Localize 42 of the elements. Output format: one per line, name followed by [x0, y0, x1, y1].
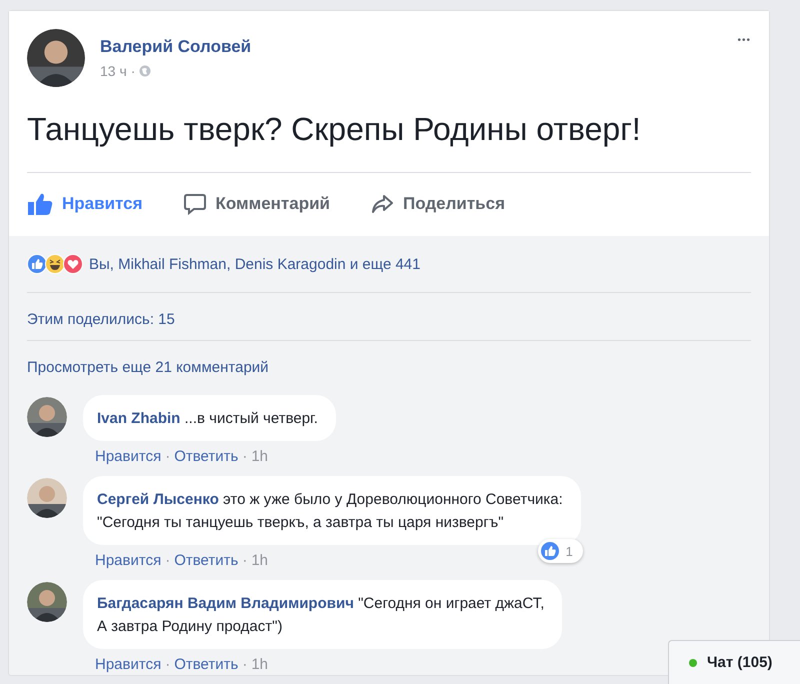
comment-time[interactable]: 1h	[251, 656, 268, 673]
comment-time[interactable]: 1h	[251, 448, 268, 465]
share-arrow-icon	[370, 192, 394, 216]
like-button[interactable]: Нравится	[27, 188, 142, 220]
comment-time[interactable]: 1h	[251, 552, 268, 569]
more-button[interactable]: •••	[737, 35, 751, 46]
comment-author[interactable]: Багдасарян Вадим Владимирович	[97, 595, 354, 612]
thumbs-up-icon	[27, 192, 53, 216]
chat-button[interactable]: Чат (105)	[668, 640, 800, 684]
share-button[interactable]: Поделиться	[370, 188, 506, 220]
globe-icon	[139, 65, 152, 77]
author-name[interactable]: Валерий Соловей	[100, 37, 722, 57]
comment-author[interactable]: Сергей Лысенко	[97, 491, 219, 508]
separator: ·	[242, 552, 248, 569]
comment-text: Ivan Zhabin ...в чистый четверг.	[97, 409, 318, 429]
separator: ·	[130, 63, 136, 79]
speech-bubble-icon	[182, 192, 206, 216]
reaction-count-badge[interactable]: 1	[538, 539, 583, 563]
separator: ·	[165, 656, 170, 673]
laughing-reaction-icon	[45, 254, 65, 274]
reactions-summary[interactable]: Вы, Mikhail Fishman, Denis Karagodin и еще 441	[89, 256, 420, 272]
reply-link[interactable]: Ответить	[174, 552, 238, 569]
separator: ·	[165, 448, 170, 465]
like-link[interactable]: Нравится	[95, 448, 162, 465]
comment-text: Сергей Лысенко это ж уже было у Дореволюционного Советчика: "Сегодня ты танцуешь тверкъ, а завтра ты царя низвергъ"	[97, 490, 563, 533]
like-link[interactable]: Нравится	[95, 552, 162, 569]
separator: ·	[242, 448, 248, 465]
comment-author[interactable]: Ivan Zhabin	[97, 410, 180, 427]
like-reaction-icon	[27, 254, 47, 274]
comment-text: Багдасарян Вадим Владимирович "Сегодня он играет джаСТ, А завтра Родину продаст")	[97, 594, 544, 637]
post-text: Танцуешь тверк? Скрепы Родины отверг!	[27, 87, 751, 173]
heart-reaction-icon	[63, 254, 83, 274]
reply-link[interactable]: Ответить	[174, 656, 238, 673]
shares-count[interactable]: Этим поделились: 15	[27, 293, 751, 341]
like-link[interactable]: Нравится	[95, 656, 162, 673]
reply-link[interactable]: Ответить	[174, 448, 238, 465]
comment-button[interactable]: Комментарий	[182, 188, 330, 220]
like-reaction-icon	[540, 541, 560, 561]
separator: ·	[165, 552, 170, 569]
post-time[interactable]: 13 ч	[100, 63, 127, 79]
separator: ·	[242, 656, 248, 673]
view-more-comments-link[interactable]: Просмотреть еще 21 комментарий	[27, 341, 751, 386]
